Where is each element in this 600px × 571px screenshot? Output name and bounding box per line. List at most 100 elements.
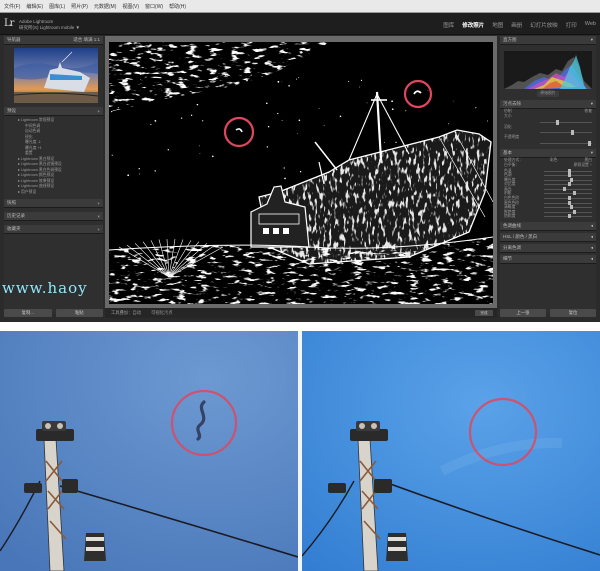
add-preset-icon[interactable]: +: [97, 109, 100, 114]
slider-track[interactable]: [544, 173, 592, 178]
slider-knob[interactable]: [572, 209, 576, 214]
slider-knob[interactable]: [568, 214, 571, 219]
menu-item[interactable]: 帮助(H): [169, 3, 186, 10]
left-panel: 导航器 适合 填满 1:1 预设 + ▸ Lightroom 常规预设 中间色调…: [4, 36, 103, 314]
watermark-text: www.haoy: [2, 279, 88, 297]
heal-mode-button[interactable]: 修复: [584, 109, 592, 115]
sensor-dust-speck: [288, 85, 290, 87]
collapse-triangle-icon[interactable]: ▾: [591, 101, 593, 107]
menu-item[interactable]: 图库(L): [49, 3, 65, 10]
module-tab[interactable]: 地图: [492, 21, 503, 29]
done-button[interactable]: 完成: [475, 310, 493, 316]
slider-track[interactable]: [544, 177, 592, 182]
slider-knob[interactable]: [563, 186, 567, 191]
feather-slider[interactable]: [540, 130, 592, 135]
opacity-slider[interactable]: [540, 140, 592, 146]
clear-history-icon[interactable]: ×: [97, 214, 100, 219]
module-tab[interactable]: 画册: [511, 21, 522, 29]
snapshots-header[interactable]: 快照 +: [4, 199, 103, 208]
slider-knob[interactable]: [570, 177, 574, 182]
slider-track[interactable]: [544, 191, 592, 196]
menu-item[interactable]: 文件(F): [4, 3, 20, 10]
add-collection-icon[interactable]: +: [97, 227, 100, 232]
sensor-dust-speck: [266, 146, 268, 148]
module-tab[interactable]: 图库: [443, 21, 454, 29]
slider-track[interactable]: [544, 214, 592, 219]
module-tab[interactable]: 打印: [566, 21, 577, 29]
collapse-triangle-icon[interactable]: ◂: [591, 256, 593, 262]
menu-item[interactable]: 照片(P): [71, 3, 88, 10]
menu-item[interactable]: 窗口(W): [145, 3, 163, 10]
sensor-dust-speck: [475, 107, 477, 109]
slider-track[interactable]: [544, 168, 592, 173]
hsl-header[interactable]: HSL / 颜色 / 黑白 ◂: [500, 233, 596, 243]
collapse-triangle-icon[interactable]: ◂: [591, 245, 593, 251]
slider-knob[interactable]: [568, 200, 571, 205]
basic-sliders: 色温 色调 曝光度 对比度 高光 阴影 白色色阶 黑色色阶 清晰度 鲜艳度 饱和度: [500, 168, 596, 220]
slider-track[interactable]: [544, 182, 592, 187]
menu-item[interactable]: 视图(V): [122, 3, 139, 10]
sensor-dust-speck: [190, 114, 193, 117]
slider-track[interactable]: [544, 209, 592, 214]
sensor-dust-speck: [117, 107, 119, 109]
navigator-thumbnail[interactable]: [14, 48, 98, 103]
copy-button[interactable]: 复制...: [4, 309, 52, 317]
slider-track[interactable]: [544, 186, 592, 191]
paste-button[interactable]: 粘贴: [55, 309, 103, 317]
add-snapshot-icon[interactable]: +: [97, 201, 100, 206]
slider-knob[interactable]: [568, 196, 571, 201]
module-tab[interactable]: 幻灯片放映: [530, 21, 558, 29]
basic-header[interactable]: 基本 ▾: [500, 148, 596, 158]
sensor-dust-speck: [277, 80, 280, 83]
slider-knob[interactable]: [570, 205, 574, 210]
sensor-dust-speck: [154, 120, 157, 122]
tool-overlay-select[interactable]: 工具叠加：自动: [111, 310, 141, 316]
sensor-dust-speck: [111, 154, 113, 156]
slider-knob[interactable]: [568, 182, 571, 187]
navigator-zoom-modes[interactable]: 适合 填满 1:1: [73, 37, 100, 43]
sensor-dust-speck: [138, 168, 140, 170]
split-toning-title: 分离色调: [503, 245, 521, 251]
split-toning-header[interactable]: 分离色调 ◂: [500, 244, 596, 254]
history-header[interactable]: 历史记录 ×: [4, 212, 103, 221]
slider-track[interactable]: [544, 205, 592, 210]
sensor-dust-speck: [405, 110, 407, 112]
collapse-triangle-icon[interactable]: ▾: [591, 150, 593, 156]
menu-item[interactable]: 元数据(M): [94, 3, 117, 10]
module-tab[interactable]: Web: [585, 21, 596, 29]
collections-header[interactable]: 收藏夹 +: [4, 225, 103, 234]
sensor-dust-speck: [487, 120, 488, 122]
treatment-color-button[interactable]: 彩色: [550, 158, 558, 164]
collapse-triangle-icon[interactable]: ◂: [591, 223, 593, 229]
slider-track[interactable]: [544, 200, 592, 205]
visualize-spots-photo[interactable]: [109, 42, 493, 304]
spot-removal-header[interactable]: 污点去除 ▾: [500, 99, 596, 109]
histogram-header[interactable]: 直方图 ▾: [500, 36, 596, 45]
previous-button[interactable]: 上一张: [500, 309, 546, 317]
collapse-triangle-icon[interactable]: ◂: [591, 234, 593, 240]
basic-slider-row: 饱和度: [500, 214, 596, 219]
after-photo: [302, 331, 600, 571]
slider-knob[interactable]: [568, 173, 571, 178]
collapse-triangle-icon[interactable]: ▾: [591, 37, 593, 43]
catalog-name[interactable]: Adobe Lightroom 研究所(S) Lightroom mobile …: [19, 19, 80, 31]
navigator-header[interactable]: 导航器 适合 填满 1:1: [4, 36, 103, 45]
sensor-dust-speck: [448, 123, 449, 125]
presets-header[interactable]: 预设 +: [4, 107, 103, 116]
size-slider[interactable]: [540, 119, 592, 125]
detail-header[interactable]: 细节 ◂: [500, 255, 596, 265]
preset-item[interactable]: ▸ 用户预设: [18, 190, 103, 196]
sensor-dust-speck: [161, 89, 162, 91]
tone-curve-header[interactable]: 色调曲线 ◂: [500, 222, 596, 232]
opacity-label: 不透明度: [504, 135, 520, 139]
menu-item[interactable]: 编辑(E): [26, 3, 43, 10]
lightroom-window: 文件(F) 编辑(E) 图库(L) 照片(P) 元数据(M) 视图(V) 窗口(W) 帮助(H…: [0, 0, 600, 322]
module-tab[interactable]: 修改照片: [462, 21, 484, 29]
slider-knob[interactable]: [568, 168, 571, 173]
slider-knob[interactable]: [572, 191, 576, 196]
sensor-dust-speck: [267, 125, 270, 128]
visualize-spots-checkbox[interactable]: 可视化污点: [151, 310, 172, 316]
slider-track[interactable]: [544, 196, 592, 201]
reset-button[interactable]: 复位: [550, 309, 596, 317]
sensor-dust-speck: [298, 119, 301, 122]
